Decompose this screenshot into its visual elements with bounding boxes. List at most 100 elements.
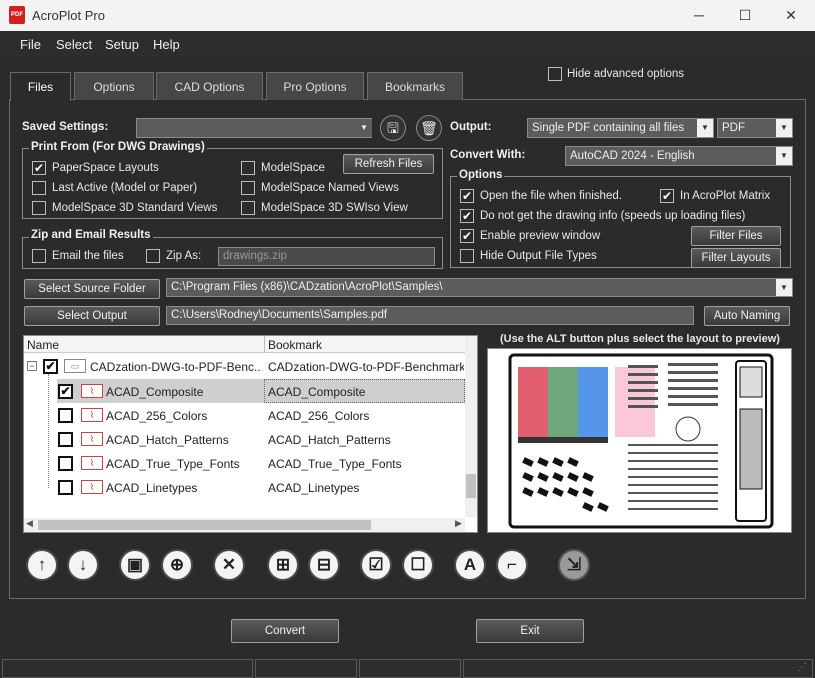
auto-naming-button[interactable]: Auto Naming xyxy=(704,306,790,326)
layout-bookmark-5[interactable]: ACAD_Linetypes xyxy=(268,481,359,505)
add-to-tray-button[interactable]: ⇲ xyxy=(558,549,590,581)
acroplot-matrix-label: In AcroPlot Matrix xyxy=(680,190,771,202)
tab-pro-options[interactable]: Pro Options xyxy=(266,72,364,100)
saved-settings-dropdown-icon[interactable]: ▼ xyxy=(356,119,372,137)
enable-preview-label: Enable preview window xyxy=(480,230,601,242)
add-file-button[interactable]: ⊕ xyxy=(161,549,193,581)
layout-name-3[interactable]: ACAD_Hatch_Patterns xyxy=(106,433,229,457)
move-down-button[interactable]: ↓ xyxy=(67,549,99,581)
convert-with-combo[interactable]: AutoCAD 2024 - English xyxy=(565,146,793,166)
standard-views-label: ModelSpace 3D Standard Views xyxy=(52,202,218,214)
zip-filename-field[interactable]: drawings.zip xyxy=(218,247,435,266)
horizontal-scroll-thumb[interactable] xyxy=(38,520,371,530)
print-from-title: Print From (For DWG Drawings) xyxy=(29,141,207,153)
swiso-view-checkbox[interactable] xyxy=(241,201,255,215)
menu-help[interactable]: Help xyxy=(153,37,180,52)
save-settings-button[interactable]: 🖫 xyxy=(380,115,406,141)
tab-options[interactable]: Options xyxy=(74,72,154,100)
output-type-combo[interactable]: Single PDF containing all files xyxy=(527,118,714,138)
standard-views-checkbox[interactable] xyxy=(32,201,46,215)
close-icon: ✕ xyxy=(785,7,797,23)
expand-all-button[interactable]: ⊞ xyxy=(267,549,299,581)
close-button[interactable]: ✕ xyxy=(768,0,814,31)
hide-output-types-checkbox[interactable] xyxy=(460,249,474,263)
layout-bookmark-3[interactable]: ACAD_Hatch_Patterns xyxy=(268,433,391,457)
layout-name-5[interactable]: ACAD_Linetypes xyxy=(106,481,197,505)
filter-layouts-button[interactable]: Filter Layouts xyxy=(691,248,781,268)
layout-name-4[interactable]: ACAD_True_Type_Fonts xyxy=(106,457,240,481)
swiso-view-label: ModelSpace 3D SWIso View xyxy=(261,202,408,214)
filter-files-button[interactable]: Filter Files xyxy=(691,226,781,246)
last-active-checkbox[interactable] xyxy=(32,181,46,195)
source-folder-field[interactable]: C:\Program Files (x86)\CADzation\AcroPlo… xyxy=(166,278,793,297)
column-name-header[interactable]: Name xyxy=(27,338,59,352)
scroll-right-icon[interactable]: ▶ xyxy=(455,518,462,529)
scroll-left-icon[interactable]: ◀ xyxy=(26,518,33,529)
add-folder-button[interactable]: ▣ xyxy=(119,549,151,581)
uncheck-all-icon: ☐ xyxy=(410,555,426,574)
layout-bookmark-1[interactable]: ACAD_Composite xyxy=(268,385,365,409)
column-bookmark-header[interactable]: Bookmark xyxy=(268,338,322,352)
named-views-label: ModelSpace Named Views xyxy=(261,182,399,194)
options-title: Options xyxy=(457,169,505,181)
convert-with-dropdown-icon[interactable]: ▼ xyxy=(776,147,792,165)
check-all-button[interactable]: ☑ xyxy=(360,549,392,581)
paperspace-checkbox[interactable]: ✔ xyxy=(32,161,46,175)
layout-checkbox-3[interactable] xyxy=(58,432,73,447)
maximize-button[interactable]: ☐ xyxy=(722,0,768,31)
bookmark-tool-button[interactable]: ⌐ xyxy=(496,549,528,581)
tab-files[interactable]: Files xyxy=(10,72,71,101)
status-panel-3 xyxy=(359,659,461,678)
menu-file[interactable]: File xyxy=(20,37,41,52)
move-up-button[interactable]: ↑ xyxy=(26,549,58,581)
named-views-checkbox[interactable] xyxy=(241,181,255,195)
layout-checkbox-4[interactable] xyxy=(58,456,73,471)
font-tool-button[interactable]: A xyxy=(454,549,486,581)
menu-select[interactable]: Select xyxy=(56,37,92,52)
delete-settings-button[interactable]: 🗑 xyxy=(416,115,442,141)
source-folder-dropdown-icon[interactable]: ▼ xyxy=(776,279,792,296)
exit-button[interactable]: Exit xyxy=(476,619,584,643)
minimize-button[interactable]: ─ xyxy=(676,0,722,31)
collapse-all-button[interactable]: ⊟ xyxy=(308,549,340,581)
arrow-down-icon: ↓ xyxy=(78,555,88,574)
layout-checkbox-2[interactable] xyxy=(58,408,73,423)
zip-as-checkbox[interactable] xyxy=(146,249,160,263)
layout-name-2[interactable]: ACAD_256_Colors xyxy=(106,409,207,433)
acroplot-matrix-checkbox[interactable]: ✔ xyxy=(660,189,674,203)
no-drawing-info-checkbox[interactable]: ✔ xyxy=(460,209,474,223)
convert-button[interactable]: Convert xyxy=(231,619,339,643)
vertical-scroll-thumb[interactable] xyxy=(466,474,476,498)
modelspace-checkbox[interactable] xyxy=(241,161,255,175)
status-panel-1 xyxy=(2,659,253,678)
tab-bookmarks[interactable]: Bookmarks xyxy=(367,72,463,100)
check-all-icon: ☑ xyxy=(368,555,384,574)
menu-setup[interactable]: Setup xyxy=(105,37,139,52)
layout-checkbox-1[interactable]: ✔ xyxy=(58,384,73,399)
resize-grip-icon[interactable]: ⋰ xyxy=(797,662,807,673)
layout-icon: ⌇ xyxy=(81,480,103,494)
root-checkbox[interactable]: ✔ xyxy=(43,359,58,374)
enable-preview-checkbox[interactable]: ✔ xyxy=(460,229,474,243)
hide-output-types-label: Hide Output File Types xyxy=(480,250,597,262)
layout-bookmark-4[interactable]: ACAD_True_Type_Fonts xyxy=(268,457,402,481)
layout-bookmark-2[interactable]: ACAD_256_Colors xyxy=(268,409,369,433)
tab-cad-options[interactable]: CAD Options xyxy=(156,72,263,100)
open-when-finished-checkbox[interactable]: ✔ xyxy=(460,189,474,203)
select-output-button[interactable]: Select Output xyxy=(24,306,160,326)
tree-expander-icon[interactable]: − xyxy=(27,361,37,371)
email-files-checkbox[interactable] xyxy=(32,249,46,263)
select-source-folder-button[interactable]: Select Source Folder xyxy=(24,279,160,299)
output-type-dropdown-icon[interactable]: ▼ xyxy=(697,119,713,137)
output-path-field[interactable]: C:\Users\Rodney\Documents\Samples.pdf xyxy=(166,306,694,325)
hide-advanced-checkbox[interactable] xyxy=(548,67,562,81)
remove-button[interactable]: ✕ xyxy=(213,549,245,581)
refresh-files-button[interactable]: Refresh Files xyxy=(343,154,434,174)
layout-name-1[interactable]: ACAD_Composite xyxy=(106,385,203,409)
output-format-dropdown-icon[interactable]: ▼ xyxy=(776,119,792,137)
uncheck-all-button[interactable]: ☐ xyxy=(402,549,434,581)
saved-settings-combo[interactable] xyxy=(136,118,372,138)
status-panel-2 xyxy=(255,659,357,678)
remove-icon: ✕ xyxy=(221,555,237,574)
layout-checkbox-5[interactable] xyxy=(58,480,73,495)
